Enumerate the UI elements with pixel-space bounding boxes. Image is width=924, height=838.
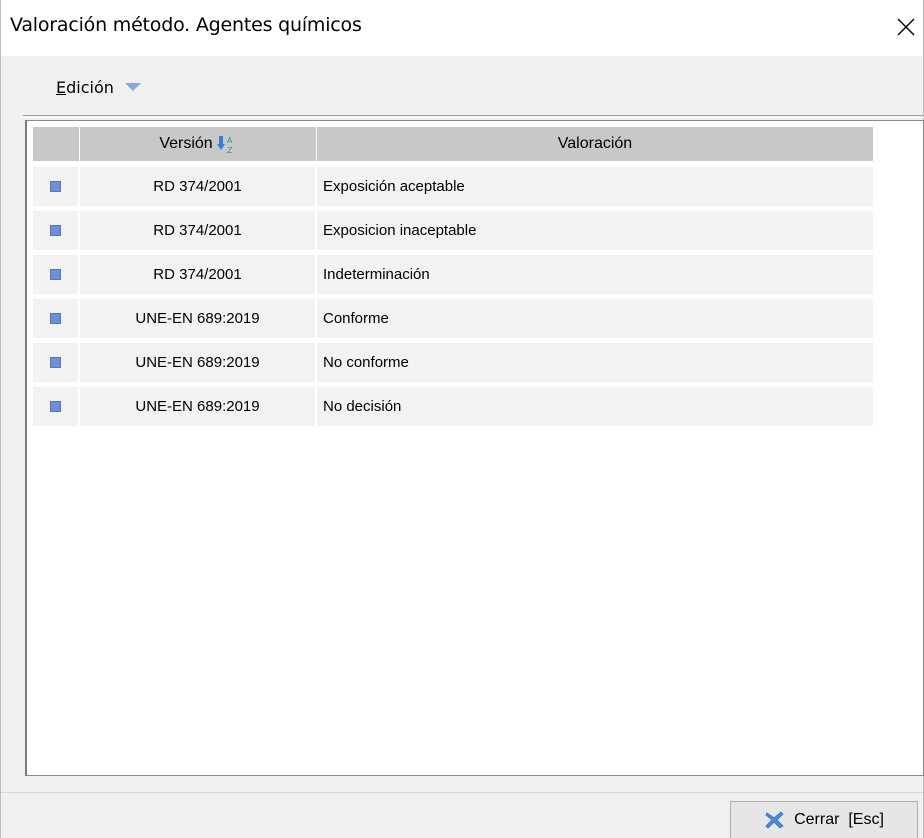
header-version-label: Versión <box>159 135 213 152</box>
cell-version: UNE-EN 689:2019 <box>80 387 317 426</box>
sort-ascending-icon: A Z <box>216 136 233 155</box>
grid-rows: RD 374/2001 Exposición aceptable RD 374/… <box>33 167 873 431</box>
row-indicator <box>33 387 80 426</box>
header-version[interactable]: Versión A Z <box>80 127 317 161</box>
table-row[interactable]: RD 374/2001 Exposición aceptable <box>33 167 873 206</box>
valoracion-grid[interactable]: Versión A Z Valoración RD 374/2001 Expos… <box>25 120 924 776</box>
x-mark-icon <box>765 811 784 829</box>
row-indicator <box>33 167 80 206</box>
cell-version: UNE-EN 689:2019 <box>80 299 317 338</box>
row-marker-icon <box>50 269 61 280</box>
edicion-menu-label: Edición <box>56 77 114 97</box>
table-row[interactable]: RD 374/2001 Indeterminación <box>33 255 873 294</box>
header-indicator <box>33 127 80 161</box>
table-row[interactable]: UNE-EN 689:2019 No conforme <box>33 343 873 382</box>
title-bar: Valoración método. Agentes químicos <box>1 0 923 56</box>
row-marker-icon <box>50 401 61 412</box>
edicion-menu[interactable]: Edición <box>56 74 142 100</box>
cell-valoracion: Conforme <box>317 299 873 338</box>
dialog-window: Valoración método. Agentes químicos Edic… <box>0 0 924 838</box>
close-button[interactable]: Cerrar [Esc] <box>730 801 918 838</box>
row-marker-icon <box>50 225 61 236</box>
cell-version: RD 374/2001 <box>80 255 317 294</box>
header-valoracion[interactable]: Valoración <box>317 127 873 161</box>
row-indicator <box>33 343 80 382</box>
cell-valoracion: No decisión <box>317 387 873 426</box>
svg-text:A: A <box>227 136 233 145</box>
window-title: Valoración método. Agentes químicos <box>10 14 362 36</box>
cell-valoracion: Indeterminación <box>317 255 873 294</box>
cell-valoracion: No conforme <box>317 343 873 382</box>
table-row[interactable]: UNE-EN 689:2019 No decisión <box>33 387 873 426</box>
triangle-down-icon <box>124 83 141 91</box>
row-marker-icon <box>50 313 61 324</box>
row-marker-icon <box>50 181 61 192</box>
cell-version: RD 374/2001 <box>80 211 317 250</box>
table-row[interactable]: UNE-EN 689:2019 Conforme <box>33 299 873 338</box>
cell-version: UNE-EN 689:2019 <box>80 343 317 382</box>
cell-version: RD 374/2001 <box>80 167 317 206</box>
row-indicator <box>33 211 80 250</box>
close-button-label: Cerrar [Esc] <box>794 811 884 828</box>
footer-separator <box>1 792 923 793</box>
row-marker-icon <box>50 357 61 368</box>
table-row[interactable]: RD 374/2001 Exposicion inaceptable <box>33 211 873 250</box>
cell-valoracion: Exposición aceptable <box>317 167 873 206</box>
toolbar-separator <box>23 115 924 118</box>
row-indicator <box>33 299 80 338</box>
cell-valoracion: Exposicion inaceptable <box>317 211 873 250</box>
grid-header: Versión A Z Valoración <box>33 127 873 161</box>
svg-text:Z: Z <box>227 146 233 155</box>
close-icon[interactable] <box>889 10 923 44</box>
row-indicator <box>33 255 80 294</box>
